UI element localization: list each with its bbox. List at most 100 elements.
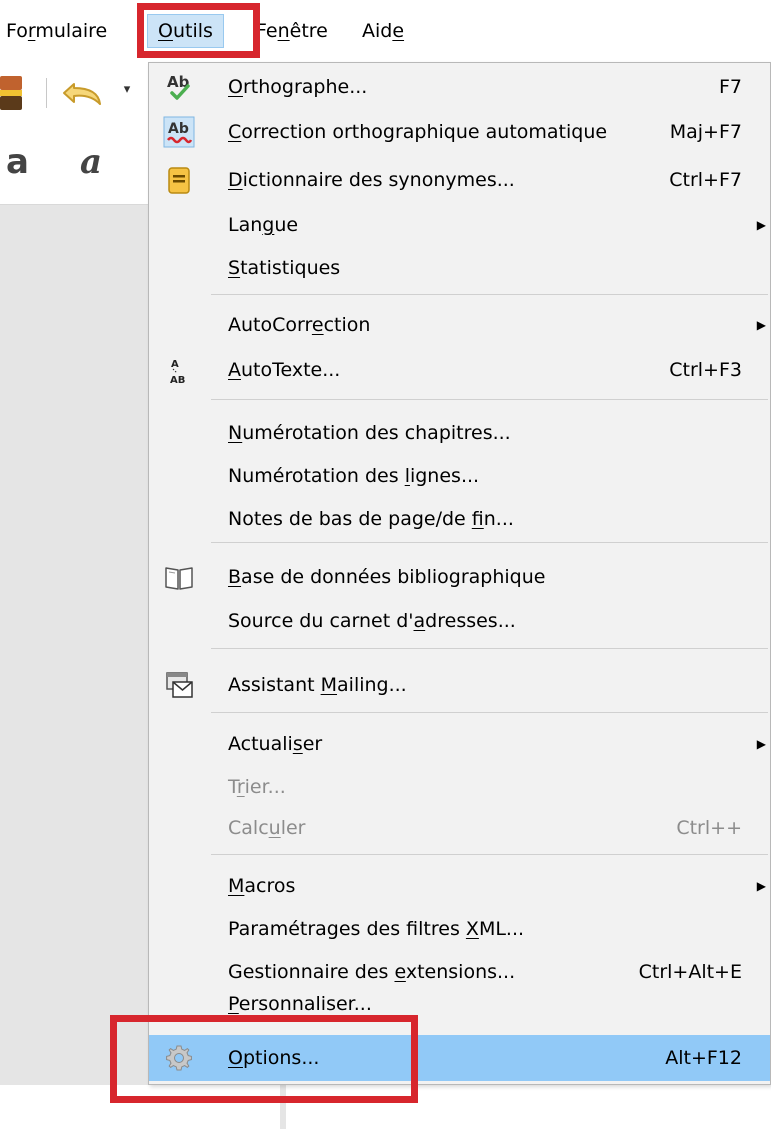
- undo-icon[interactable]: [60, 74, 112, 112]
- menu-item-label: Calculer: [228, 807, 305, 849]
- label-mnemonic: N: [228, 422, 243, 444]
- italic-font-icon[interactable]: a: [80, 142, 102, 182]
- clone-formatting-icon[interactable]: [0, 74, 30, 112]
- menu-item-label: Langue: [228, 204, 298, 246]
- menu-item-trier: Trier...: [149, 766, 770, 808]
- menu-item-carnet-adresses[interactable]: Source du carnet d'adresses...: [149, 600, 770, 642]
- label-mnemonic: D: [228, 169, 243, 191]
- label-part: rthographe...: [242, 76, 368, 98]
- label-part: xtensions...: [405, 961, 516, 983]
- thesaurus-icon: [168, 167, 190, 194]
- menu-item-notes-bas-de-page[interactable]: Notes de bas de page/de fin...: [149, 498, 770, 540]
- menu-item-numerotation-lignes[interactable]: Numérotation des lignes...: [149, 455, 770, 497]
- label-mnemonic: f: [471, 508, 484, 530]
- label-part: Gestionnaire des: [228, 961, 395, 983]
- label-part: AutoCorr: [228, 314, 312, 336]
- menu-mnemonic: e: [392, 20, 405, 42]
- menu-item-autocorrection[interactable]: AutoCorrection ▶: [149, 304, 770, 346]
- menu-item-label: Numérotation des lignes...: [228, 455, 479, 497]
- menu-item-label: Orthographe...: [228, 66, 367, 108]
- svg-text:A: A: [171, 359, 179, 370]
- menu-item-shortcut: F7: [718, 76, 742, 98]
- label-mnemonic: O: [228, 76, 243, 98]
- menu-separator: [211, 854, 768, 855]
- label-mnemonic: X: [465, 918, 479, 940]
- menu-fenetre[interactable]: Fenêtre: [256, 14, 328, 48]
- menu-item-base-bibliographique[interactable]: Base de données bibliographique: [149, 556, 770, 598]
- menu-item-dictionnaire[interactable]: Dictionnaire des synonymes... Ctrl+F7: [149, 159, 770, 201]
- menu-label-part: Fo: [6, 20, 28, 42]
- label-mnemonic: P: [228, 993, 239, 1015]
- label-mnemonic: B: [228, 566, 242, 588]
- label-mnemonic: S: [228, 257, 241, 279]
- menu-item-autotexte[interactable]: A AB AutoTexte... Ctrl+F3: [149, 349, 770, 391]
- menu-item-label: Statistiques: [228, 247, 340, 289]
- menu-item-label: Numérotation des chapitres...: [228, 412, 511, 454]
- label-part: ction: [323, 314, 371, 336]
- menu-item-label: Notes de bas de page/de fin...: [228, 498, 514, 540]
- menu-item-orthographe[interactable]: Ab Orthographe... F7: [149, 66, 770, 108]
- label-mnemonic: r: [236, 776, 245, 798]
- bold-font-icon[interactable]: a: [6, 142, 29, 182]
- menu-item-shortcut: Maj+F7: [669, 121, 742, 143]
- menu-item-shortcut: Ctrl+F3: [669, 359, 742, 381]
- menu-item-statistiques[interactable]: Statistiques: [149, 247, 770, 289]
- menu-item-actualiser[interactable]: Actualiser ▶: [149, 723, 770, 765]
- label-part: in...: [483, 508, 514, 530]
- menu-item-label: Actualiser: [228, 723, 322, 765]
- mail-merge-icon: [166, 672, 193, 698]
- autotext-icon: A AB: [170, 359, 185, 386]
- menu-item-label: Dictionnaire des synonymes...: [228, 159, 515, 201]
- menu-item-langue[interactable]: Langue ▶: [149, 204, 770, 246]
- menu-item-numerotation-chapitres[interactable]: Numérotation des chapitres...: [149, 412, 770, 454]
- toolbar-separator: [46, 78, 47, 108]
- label-part: ML...: [478, 918, 525, 940]
- label-part: utoTexte...: [241, 359, 341, 381]
- label-part: ignes...: [409, 465, 480, 487]
- label-mnemonic: a: [413, 610, 426, 632]
- menu-formulaire[interactable]: Formulaire: [6, 14, 107, 48]
- annotation-box-options: [110, 1015, 418, 1103]
- label-mnemonic: u: [268, 817, 281, 839]
- menubar: Formulaire Outils Fenêtre Aide: [0, 0, 771, 62]
- label-mnemonic: M: [320, 674, 338, 696]
- undo-dropdown-icon[interactable]: ▾: [120, 82, 134, 102]
- label-mnemonic: C: [228, 121, 242, 143]
- menu-mnemonic: n: [277, 20, 290, 42]
- menu-item-label: Trier...: [228, 766, 286, 808]
- label-part: Calc: [228, 817, 269, 839]
- menu-item-shortcut: Ctrl++: [676, 817, 742, 839]
- label-part: Source du carnet d': [228, 610, 414, 632]
- spellcheck-icon: Ab: [167, 73, 190, 100]
- label-mnemonic: s: [292, 733, 303, 755]
- book-icon: [165, 567, 193, 590]
- menu-label-part: mulaire: [35, 20, 108, 42]
- menu-item-correction-auto[interactable]: Ab Correction orthographique automatique…: [149, 111, 770, 153]
- submenu-arrow-icon: ▶: [756, 218, 766, 232]
- auto-spellcheck-icon: Ab: [163, 116, 195, 148]
- label-part: Actuali: [228, 733, 293, 755]
- menu-item-label: Macros: [228, 865, 295, 907]
- menu-item-assistant-mailing[interactable]: Assistant Mailing...: [149, 664, 770, 706]
- menu-label-part: être: [289, 20, 328, 42]
- menu-item-label: Base de données bibliographique: [228, 556, 545, 598]
- label-mnemonic: e: [394, 961, 406, 983]
- menu-item-filtres-xml[interactable]: Paramétrages des filtres XML...: [149, 908, 770, 950]
- menu-item-label: AutoTexte...: [228, 349, 340, 391]
- menu-item-shortcut: Alt+F12: [665, 1047, 742, 1069]
- menu-item-macros[interactable]: Macros ▶: [149, 865, 770, 907]
- label-part: tatistiques: [240, 257, 341, 279]
- menu-separator: [211, 648, 768, 649]
- submenu-arrow-icon: ▶: [756, 879, 766, 893]
- label-mnemonic: A: [228, 359, 241, 381]
- label-part: ler: [280, 817, 306, 839]
- label-part: ersonnaliser...: [238, 993, 372, 1015]
- label-part: ue: [274, 214, 299, 236]
- document-background: [0, 205, 150, 1085]
- label-mnemonic: M: [228, 875, 245, 897]
- menu-aide[interactable]: Aide: [362, 14, 404, 48]
- label-part: Paramétrages des filtres: [228, 918, 466, 940]
- label-part: T: [228, 776, 237, 798]
- label-part: ictionnaire des synonymes...: [242, 169, 515, 191]
- menu-item-shortcut: Ctrl+F7: [669, 169, 742, 191]
